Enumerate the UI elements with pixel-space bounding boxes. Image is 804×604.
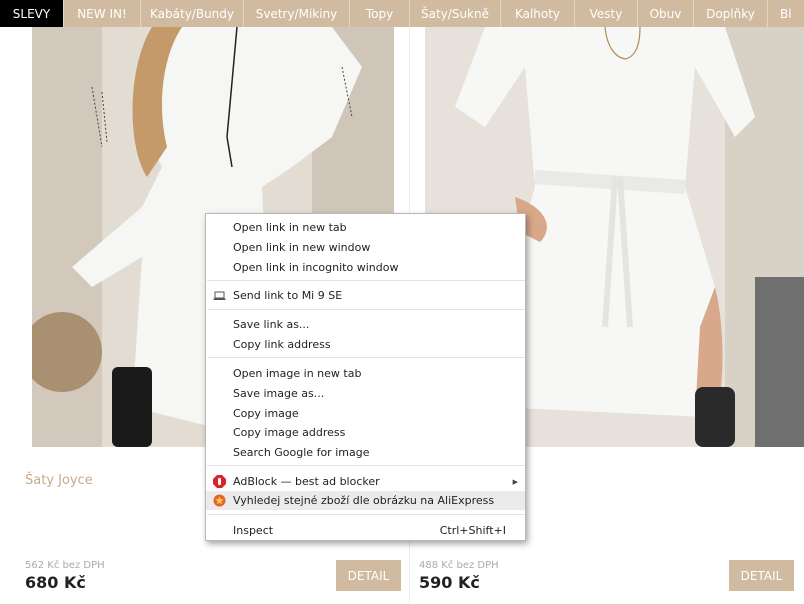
- menu-item-copy-link-address[interactable]: Copy link address: [206, 335, 525, 354]
- menu-item-open-link-new-tab[interactable]: Open link in new tab: [206, 218, 525, 237]
- menu-separator: [207, 280, 525, 281]
- menu-item-save-link-as[interactable]: Save link as...: [206, 315, 525, 334]
- menu-separator: [207, 465, 525, 466]
- menu-item-open-image-new-tab[interactable]: Open image in new tab: [206, 364, 525, 383]
- menu-item-open-link-incognito[interactable]: Open link in incognito window: [206, 258, 525, 277]
- menu-item-save-image-as[interactable]: Save image as...: [206, 384, 525, 403]
- menu-item-copy-image-address[interactable]: Copy image address: [206, 423, 525, 442]
- nav-item-saty-sukne[interactable]: Šaty/Sukně: [410, 0, 501, 27]
- nav-item-doplnky[interactable]: Doplňky: [694, 0, 768, 27]
- nav-item-svetry-mikiny[interactable]: Svetry/Mikiny: [244, 0, 350, 27]
- nav-item-vesty[interactable]: Vesty: [575, 0, 638, 27]
- menu-item-search-google-image[interactable]: Search Google for image: [206, 443, 525, 462]
- menu-item-label: Search Google for image: [233, 446, 370, 459]
- price-without-vat: 488 Kč bez DPH: [419, 560, 499, 571]
- menu-item-send-link-device[interactable]: Send link to Mi 9 SE: [206, 286, 525, 305]
- menu-item-label: Copy image address: [233, 426, 346, 439]
- menu-item-copy-image[interactable]: Copy image: [206, 404, 525, 423]
- adblock-icon: [213, 475, 226, 488]
- category-nav: SLEVY NEW IN! Kabáty/Bundy Svetry/Mikiny…: [0, 0, 804, 27]
- submenu-arrow-icon: ▶: [512, 477, 518, 486]
- product-name[interactable]: Šaty Joyce: [25, 473, 93, 488]
- menu-item-aliexpress-search[interactable]: Vyhledej stejné zboží dle obrázku na Ali…: [206, 491, 525, 510]
- nav-item-blog[interactable]: Bl: [768, 0, 804, 27]
- menu-item-inspect[interactable]: Inspect Ctrl+Shift+I: [206, 521, 525, 540]
- menu-item-label: Inspect: [233, 524, 274, 537]
- menu-separator: [207, 357, 525, 358]
- detail-button[interactable]: DETAIL: [729, 560, 794, 591]
- menu-item-label: Open link in new tab: [233, 221, 347, 234]
- menu-item-label: Copy image: [233, 407, 299, 420]
- detail-button[interactable]: DETAIL: [336, 560, 401, 591]
- menu-item-label: AdBlock — best ad blocker: [233, 475, 380, 488]
- menu-item-label: Open image in new tab: [233, 367, 362, 380]
- price-without-vat: 562 Kč bez DPH: [25, 560, 105, 571]
- nav-item-kabaty-bundy[interactable]: Kabáty/Bundy: [141, 0, 244, 27]
- product-price: 680 Kč: [25, 573, 86, 592]
- menu-item-label: Copy link address: [233, 338, 331, 351]
- product-price: 590 Kč: [419, 573, 480, 592]
- devices-icon: [213, 289, 226, 302]
- menu-item-label: Save image as...: [233, 387, 325, 400]
- nav-item-kalhoty[interactable]: Kalhoty: [501, 0, 575, 27]
- nav-item-new-in[interactable]: NEW IN!: [64, 0, 141, 27]
- menu-separator: [207, 514, 525, 515]
- nav-item-slevy[interactable]: SLEVY: [0, 0, 64, 27]
- nav-item-obuv[interactable]: Obuv: [638, 0, 694, 27]
- menu-item-label: Save link as...: [233, 318, 310, 331]
- menu-item-label: Vyhledej stejné zboží dle obrázku na Ali…: [233, 494, 495, 507]
- context-menu: Open link in new tab Open link in new wi…: [205, 213, 526, 541]
- aliexpress-icon: [213, 494, 226, 507]
- menu-item-label: Open link in incognito window: [233, 261, 399, 274]
- nav-item-topy[interactable]: Topy: [350, 0, 410, 27]
- menu-item-label: Send link to Mi 9 SE: [233, 289, 343, 302]
- menu-item-open-link-new-window[interactable]: Open link in new window: [206, 238, 525, 257]
- menu-item-adblock[interactable]: AdBlock — best ad blocker ▶: [206, 472, 525, 491]
- menu-separator: [207, 309, 525, 310]
- menu-item-label: Open link in new window: [233, 241, 371, 254]
- shortcut-label: Ctrl+Shift+I: [439, 524, 506, 537]
